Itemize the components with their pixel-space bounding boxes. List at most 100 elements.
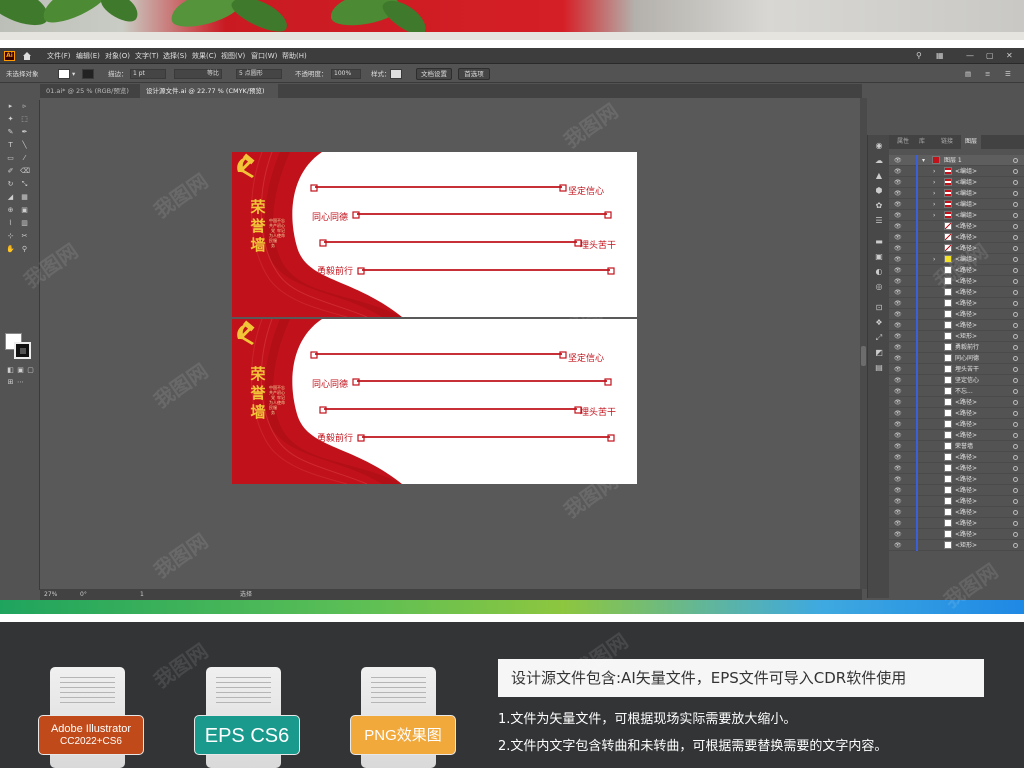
layer-row[interactable]: › 👁 <编组> <box>889 177 1024 188</box>
visibility-eye-icon[interactable]: 👁 <box>894 276 902 287</box>
target-circle-icon[interactable] <box>1013 202 1018 207</box>
menu-view[interactable]: 视图(V) <box>221 51 245 61</box>
menu-effect[interactable]: 效果(C) <box>192 51 216 61</box>
menu-help[interactable]: 帮助(H) <box>282 51 307 61</box>
target-circle-icon[interactable] <box>1013 356 1018 361</box>
layer-row[interactable]: 👁 <路径> <box>889 419 1024 430</box>
preferences-button[interactable]: 首选项 <box>458 68 490 80</box>
layer-row[interactable]: 👁 <矩形> <box>889 540 1024 551</box>
style-swatch[interactable] <box>390 69 402 79</box>
target-circle-icon[interactable] <box>1013 169 1018 174</box>
target-circle-icon[interactable] <box>1013 466 1018 471</box>
search-icon[interactable]: ⚲ <box>916 51 922 60</box>
visibility-eye-icon[interactable]: 👁 <box>894 309 902 320</box>
visibility-eye-icon[interactable]: 👁 <box>894 188 902 199</box>
fill-swatch[interactable] <box>58 69 70 79</box>
stroke-panel-icon[interactable]: ▬ <box>874 237 884 246</box>
maximize-icon[interactable]: ▢ <box>986 51 994 60</box>
direct-selection-tool-icon[interactable]: ▹ <box>20 102 29 111</box>
layer-row[interactable]: 👁 埋头苦干 <box>889 364 1024 375</box>
visibility-eye-icon[interactable]: 👁 <box>894 199 902 210</box>
target-circle-icon[interactable] <box>1013 367 1018 372</box>
zoom-level[interactable]: 27% <box>44 589 57 600</box>
scale-tool-icon[interactable]: ⤡ <box>20 180 29 189</box>
target-circle-icon[interactable] <box>1013 279 1018 284</box>
eyedropper-tool-icon[interactable]: ⊹ <box>6 232 15 241</box>
target-circle-icon[interactable] <box>1013 290 1018 295</box>
layer-row[interactable]: 👁 <路径> <box>889 408 1024 419</box>
stroke-swatch[interactable] <box>82 69 94 79</box>
arrange-icon[interactable]: ▤ <box>965 69 971 79</box>
warp-tool-icon[interactable]: ◢ <box>6 193 15 202</box>
artboards-panel-icon[interactable]: ◩ <box>874 348 884 357</box>
transparency-panel-icon[interactable]: ▲ <box>874 171 884 180</box>
draw-mode-icon[interactable]: ⊞ <box>6 378 15 387</box>
expand-toggle-icon[interactable]: › <box>933 210 935 221</box>
target-circle-icon[interactable] <box>1013 422 1018 427</box>
appearance-panel-icon[interactable]: ▣ <box>874 252 884 261</box>
layer-row[interactable]: 👁 <路径> <box>889 265 1024 276</box>
expand-toggle-icon[interactable]: › <box>933 188 935 199</box>
target-circle-icon[interactable] <box>1013 345 1018 350</box>
more-tools-icon[interactable]: ⋯ <box>16 378 25 387</box>
magic-wand-tool-icon[interactable]: ✦ <box>6 115 15 124</box>
target-circle-icon[interactable] <box>1013 180 1018 185</box>
target-circle-icon[interactable] <box>1013 312 1018 317</box>
expand-toggle-icon[interactable]: ▾ <box>922 155 925 166</box>
target-circle-icon[interactable] <box>1013 499 1018 504</box>
target-circle-icon[interactable] <box>1013 378 1018 383</box>
target-circle-icon[interactable] <box>1013 510 1018 515</box>
visibility-eye-icon[interactable]: 👁 <box>894 155 902 166</box>
layer-row[interactable]: 👁 <路径> <box>889 309 1024 320</box>
artboard-2[interactable]: 荣誉墙 不忘初心 牢记使命 中国共产党 为人民服务 坚定信心 同心同德 埋头苦干 勇毅前行 <box>232 319 637 484</box>
stroke-color-swatch[interactable] <box>14 342 31 359</box>
none-mode-icon[interactable]: ▢ <box>26 366 35 375</box>
layer-row[interactable]: › 👁 <编组> <box>889 188 1024 199</box>
visibility-eye-icon[interactable]: 👁 <box>894 375 902 386</box>
target-circle-icon[interactable] <box>1013 191 1018 196</box>
graphic-styles-panel-icon[interactable]: ◎ <box>874 282 884 291</box>
menu-select[interactable]: 选择(S) <box>163 51 187 61</box>
visibility-eye-icon[interactable]: 👁 <box>894 540 902 551</box>
layer-row[interactable]: 👁 <路径> <box>889 397 1024 408</box>
minimize-icon[interactable]: — <box>966 51 974 60</box>
layer-row[interactable]: 👁 <路径> <box>889 276 1024 287</box>
tab-layers[interactable]: 图层 <box>961 135 982 149</box>
layer-row[interactable]: 👁 <路径> <box>889 298 1024 309</box>
target-circle-icon[interactable] <box>1013 400 1018 405</box>
pen-tool-icon[interactable]: ✎ <box>6 128 15 137</box>
layer-row[interactable]: 👁 <路径> <box>889 507 1024 518</box>
hand-tool-icon[interactable]: ✋ <box>6 245 15 254</box>
selection-tool-icon[interactable]: ▸ <box>6 102 15 111</box>
layer-row[interactable]: 👁 不忘... <box>889 386 1024 397</box>
layer-row[interactable]: 👁 <路径> <box>889 287 1024 298</box>
brush-select[interactable]: 5 点圆形 <box>236 69 282 79</box>
target-circle-icon[interactable] <box>1013 455 1018 460</box>
visibility-eye-icon[interactable]: 👁 <box>894 331 902 342</box>
target-circle-icon[interactable] <box>1013 235 1018 240</box>
tab-libraries[interactable]: 库 <box>915 135 929 149</box>
target-circle-icon[interactable] <box>1013 224 1018 229</box>
export-panel-icon[interactable]: ⤢ <box>874 333 884 342</box>
target-circle-icon[interactable] <box>1013 411 1018 416</box>
expand-toggle-icon[interactable]: › <box>933 199 935 210</box>
type-tool-icon[interactable]: T <box>6 141 15 150</box>
visibility-eye-icon[interactable]: 👁 <box>894 430 902 441</box>
layer-row[interactable]: 👁 勇毅前行 <box>889 342 1024 353</box>
layer-row[interactable]: › 👁 <编组> <box>889 254 1024 265</box>
target-circle-icon[interactable] <box>1013 477 1018 482</box>
layer-row[interactable]: 👁 <路径> <box>889 430 1024 441</box>
opacity-input[interactable]: 100% <box>331 69 361 79</box>
page-number[interactable]: 1 <box>140 589 144 600</box>
layer-row[interactable]: 👁 同心同德 <box>889 353 1024 364</box>
visibility-eye-icon[interactable]: 👁 <box>894 342 902 353</box>
expand-toggle-icon[interactable]: › <box>933 254 935 265</box>
menu-type[interactable]: 文字(T) <box>135 51 159 61</box>
visibility-eye-icon[interactable]: 👁 <box>894 518 902 529</box>
target-circle-icon[interactable] <box>1013 257 1018 262</box>
close-icon[interactable]: ✕ <box>1006 51 1013 60</box>
symbols-panel-icon[interactable]: ✿ <box>874 201 884 210</box>
layer-row[interactable]: 👁 <路径> <box>889 452 1024 463</box>
artboard-1[interactable]: 荣誉墙 不忘初心 牢记使命 中国共产党 为人民服务 坚定信心 同心同德 埋头苦干 勇毅前行 <box>232 152 637 317</box>
layers-panel-icon[interactable]: ▤ <box>874 363 884 372</box>
